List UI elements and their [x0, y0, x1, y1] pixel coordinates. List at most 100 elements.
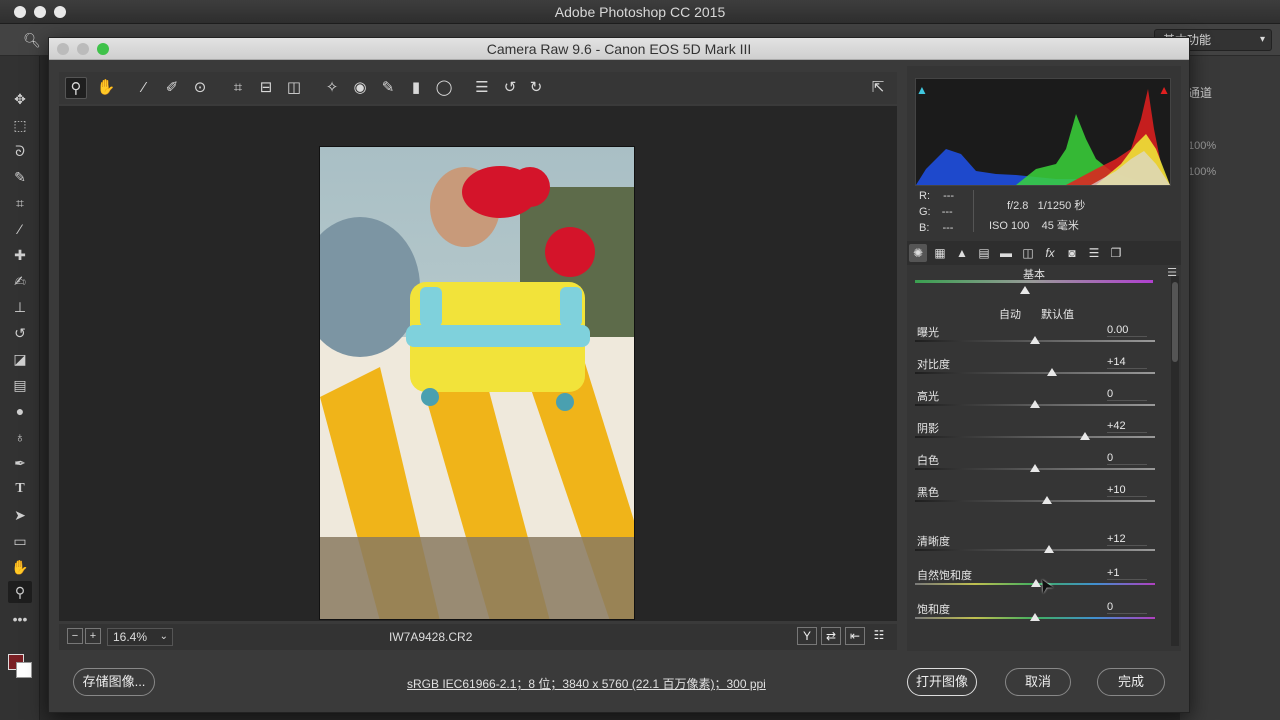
spot-removal-icon[interactable]: ✧	[321, 77, 343, 99]
slider-track[interactable]	[915, 500, 1155, 502]
slider-value-field[interactable]: +10	[1107, 484, 1147, 497]
tab-split-toning-icon[interactable]: ▬	[997, 244, 1015, 262]
cancel-button[interactable]: 取消	[1005, 668, 1071, 696]
auto-button[interactable]: 自动	[999, 306, 1021, 322]
slider-thumb[interactable]	[1030, 613, 1040, 621]
slider-value-field[interactable]: 0	[1107, 601, 1147, 614]
eyedropper-tool-icon[interactable]: ⁄	[8, 218, 32, 240]
tab-camera-calibration-icon[interactable]: ◙	[1063, 244, 1081, 262]
slider-value-field[interactable]: +12	[1107, 533, 1147, 546]
rotate-cw-icon[interactable]: ↻	[525, 77, 547, 99]
copy-settings-icon[interactable]: ⇤	[845, 627, 865, 645]
eraser-tool-icon[interactable]: ◪	[8, 348, 32, 370]
save-image-button[interactable]: 存储图像...	[73, 668, 155, 696]
tab-hsl-icon[interactable]: ▤	[975, 244, 993, 262]
red-eye-icon[interactable]: ◉	[349, 77, 371, 99]
panel-scrollbar-thumb[interactable]	[1172, 282, 1178, 362]
straighten-tool-icon[interactable]: ⊟	[255, 77, 277, 99]
dialog-zoom-button[interactable]	[97, 43, 109, 55]
dodge-tool-icon[interactable]: ♁	[8, 426, 32, 448]
swap-settings-icon[interactable]: ⇄	[821, 627, 841, 645]
more-tools-icon[interactable]: •••	[8, 608, 32, 630]
zoom-tool-icon[interactable]: ⚲	[8, 581, 32, 603]
zoom-tool-icon[interactable]: ⚲	[65, 77, 87, 99]
white-balance-tool-icon[interactable]: ⁄	[133, 77, 155, 99]
transform-tool-icon[interactable]: ◫	[283, 77, 305, 99]
color-sampler-icon[interactable]: ✐	[161, 77, 183, 99]
crop-tool-icon[interactable]: ⌗	[227, 77, 249, 99]
radial-filter-icon[interactable]: ◯	[433, 77, 455, 99]
slider-track[interactable]	[915, 372, 1155, 374]
background-color-swatch[interactable]	[16, 662, 32, 678]
slider-track[interactable]	[915, 549, 1155, 551]
slider-value-field[interactable]: 0	[1107, 452, 1147, 465]
slider-row[interactable]: 清晰度 +12	[915, 533, 1155, 563]
dialog-close-button[interactable]	[57, 43, 69, 55]
slider-row[interactable]: 对比度 +14	[915, 356, 1155, 386]
highlight-clipping-icon[interactable]: ▲	[1158, 83, 1170, 97]
done-button[interactable]: 完成	[1097, 668, 1165, 696]
slider-row[interactable]: 白色 0	[915, 452, 1155, 482]
path-select-icon[interactable]: ➤	[8, 504, 32, 526]
hand-tool-icon[interactable]: ✋	[8, 556, 32, 578]
lasso-tool-icon[interactable]: ᘐ	[8, 140, 32, 162]
slider-row[interactable]: 高光 0	[915, 388, 1155, 418]
clone-stamp-icon[interactable]: ⊥	[8, 296, 32, 318]
channels-panel-label[interactable]: 通道	[1188, 84, 1212, 101]
slider-track[interactable]	[915, 436, 1155, 438]
shadow-clipping-icon[interactable]: ▲	[916, 83, 928, 97]
dialog-minimize-button[interactable]	[77, 43, 89, 55]
slider-thumb[interactable]	[1044, 545, 1055, 553]
open-image-button[interactable]: 打开图像	[907, 668, 977, 696]
hand-tool-icon[interactable]: ✋	[95, 77, 117, 99]
move-tool-icon[interactable]: ✥	[8, 88, 32, 110]
quick-select-icon[interactable]: ✎	[8, 166, 32, 188]
zoom-in-button[interactable]: +	[85, 628, 101, 644]
slider-thumb[interactable]	[1080, 432, 1091, 440]
slider-row[interactable]: 曝光 0.00	[915, 324, 1155, 354]
default-button[interactable]: 默认值	[1041, 306, 1074, 322]
minimize-window-button[interactable]	[34, 6, 46, 18]
panel-scrollbar[interactable]	[1171, 276, 1179, 646]
tab-effects-icon[interactable]: fx	[1041, 244, 1059, 262]
slider-value-field[interactable]: +14	[1107, 356, 1147, 369]
zoom-out-button[interactable]: −	[67, 628, 83, 644]
graduated-filter-icon[interactable]: ▮	[405, 77, 427, 99]
healing-brush-icon[interactable]: ✚	[8, 244, 32, 266]
slider-row[interactable]: 饱和度 0	[915, 601, 1155, 631]
slider-thumb[interactable]	[1030, 400, 1040, 408]
image-preview-area[interactable]	[59, 106, 897, 621]
view-settings-icon[interactable]: ☷	[869, 627, 889, 645]
close-window-button[interactable]	[14, 6, 26, 18]
adjustment-brush-icon[interactable]: ✎	[377, 77, 399, 99]
slider-thumb[interactable]	[1030, 464, 1040, 472]
tab-lens-icon[interactable]: ◫	[1019, 244, 1037, 262]
pen-tool-icon[interactable]: ✒	[8, 452, 32, 474]
slider-value-field[interactable]: 0.00	[1107, 324, 1147, 337]
workflow-options-link[interactable]: sRGB IEC61966-2.1；8 位；3840 x 5760 (22.1 …	[407, 675, 766, 692]
tab-presets-icon[interactable]: ☰	[1085, 244, 1103, 262]
brush-tool-icon[interactable]: ✍	[8, 270, 32, 292]
gradient-tool-icon[interactable]: ▤	[8, 374, 32, 396]
white-balance-thumb[interactable]	[1020, 286, 1031, 294]
slider-value-field[interactable]: 0	[1107, 388, 1147, 401]
zoom-level-select[interactable]: 16.4% ⌄	[107, 628, 173, 646]
crop-tool-icon[interactable]: ⌗	[8, 192, 32, 214]
type-tool-icon[interactable]: T	[8, 478, 32, 500]
slider-row[interactable]: 阴影 +42	[915, 420, 1155, 450]
fullscreen-toggle-icon[interactable]: ⇱	[867, 77, 889, 99]
history-brush-icon[interactable]: ↺	[8, 322, 32, 344]
slider-thumb[interactable]	[1046, 368, 1057, 376]
zoom-window-button[interactable]	[54, 6, 66, 18]
tab-tone-curve-icon[interactable]: ▦	[931, 244, 949, 262]
slider-value-field[interactable]: +42	[1107, 420, 1147, 433]
rectangle-tool-icon[interactable]: ▭	[8, 530, 32, 552]
slider-thumb[interactable]	[1042, 496, 1052, 504]
zoom-icon[interactable]: 🔍︎	[20, 29, 44, 51]
slider-value-field[interactable]: +1	[1107, 567, 1147, 580]
slider-thumb[interactable]	[1030, 336, 1040, 344]
white-balance-slider[interactable]	[915, 274, 1155, 294]
tab-snapshots-icon[interactable]: ❐	[1107, 244, 1125, 262]
slider-row[interactable]: 黑色 +10	[915, 484, 1155, 514]
marquee-tool-icon[interactable]: ⬚	[8, 114, 32, 136]
